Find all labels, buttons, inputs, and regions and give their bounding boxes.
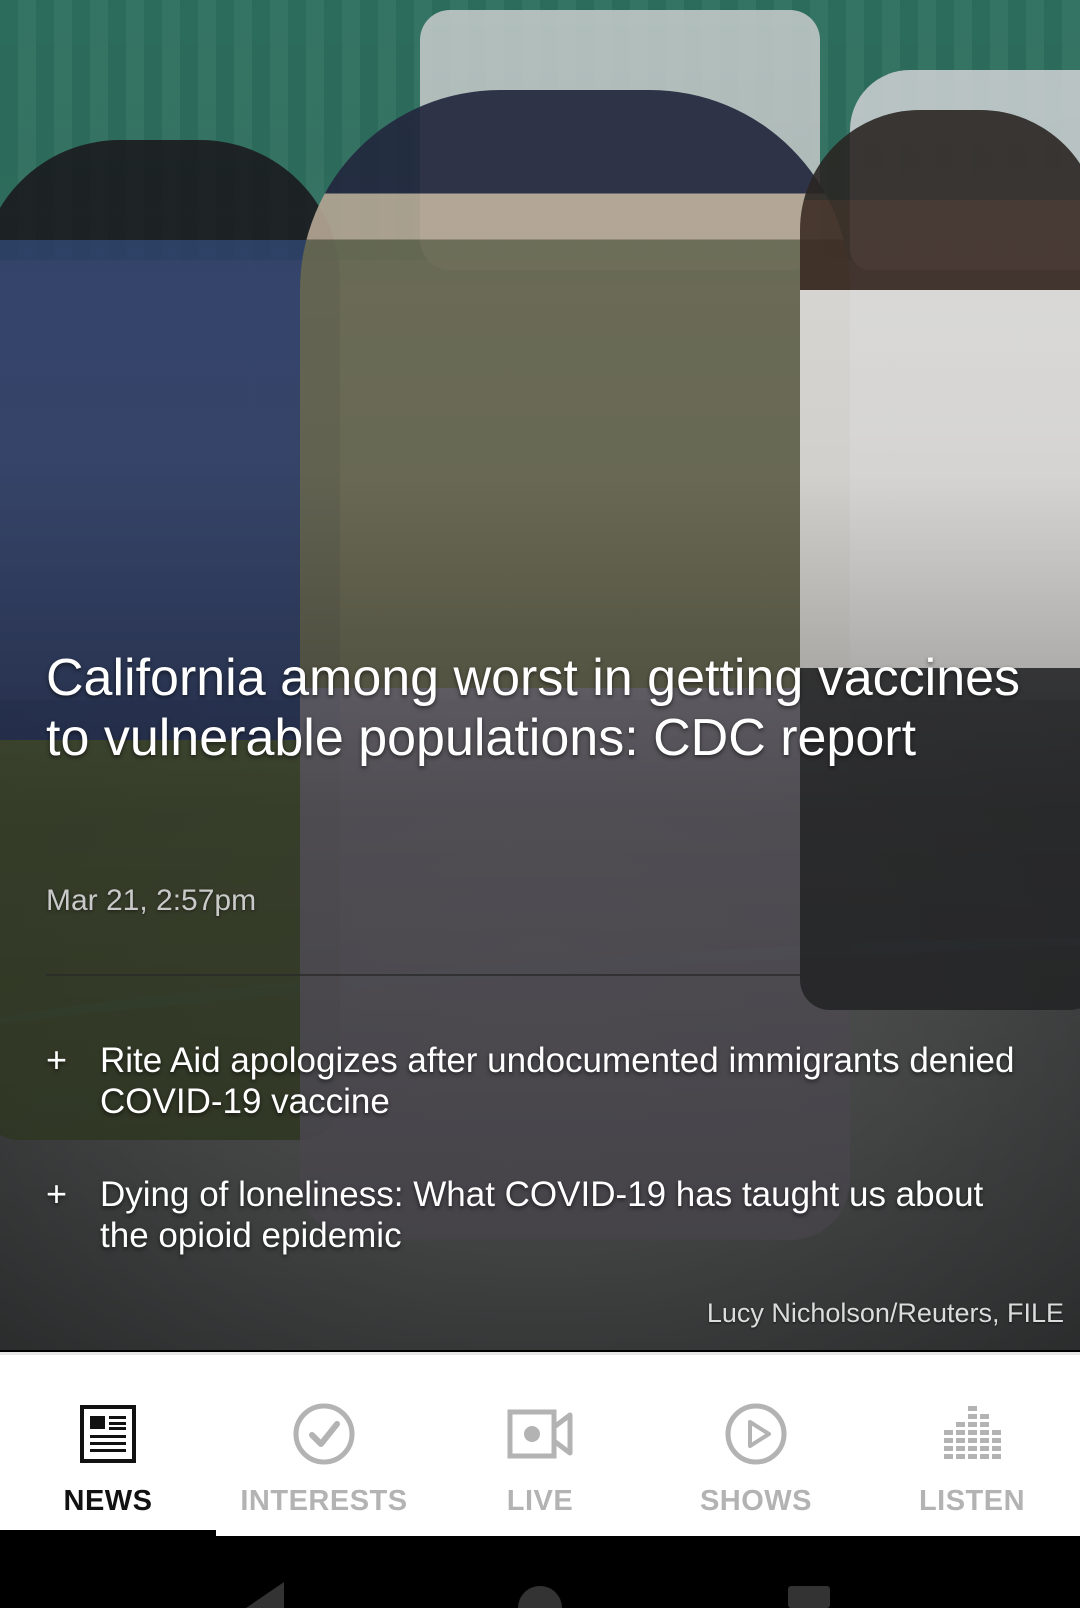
play-circle-icon <box>721 1399 791 1469</box>
bottom-tab-bar: NEWS INTERESTS LIVE SHOWS LISTEN <box>0 1352 1080 1536</box>
tab-label: NEWS <box>63 1485 153 1517</box>
article-headline[interactable]: California among worst in getting vaccin… <box>46 648 1036 768</box>
home-icon[interactable] <box>516 1582 564 1608</box>
tab-listen[interactable]: LISTEN <box>864 1355 1080 1536</box>
plus-icon: + <box>46 1039 68 1080</box>
back-icon[interactable] <box>240 1582 290 1608</box>
tab-label: INTERESTS <box>240 1485 408 1517</box>
related-story-title: Dying of loneliness: What COVID-19 has t… <box>100 1175 984 1255</box>
equalizer-icon <box>937 1399 1007 1469</box>
video-camera-icon <box>505 1399 575 1469</box>
related-story-title: Rite Aid apologizes after undocumented i… <box>100 1041 1015 1121</box>
system-navigation-bar <box>0 1536 1080 1608</box>
checkmark-circle-icon <box>289 1399 359 1469</box>
newspaper-icon <box>73 1399 143 1469</box>
related-story-2[interactable]: + Dying of loneliness: What COVID-19 has… <box>46 1174 1036 1256</box>
recents-icon[interactable] <box>786 1582 832 1608</box>
divider <box>46 974 1036 976</box>
plus-icon: + <box>46 1173 68 1214</box>
tab-live[interactable]: LIVE <box>432 1355 648 1536</box>
article-timestamp: Mar 21, 2:57pm <box>46 884 257 917</box>
tab-label: LIVE <box>506 1485 574 1517</box>
tab-label: SHOWS <box>699 1485 813 1517</box>
tab-interests[interactable]: INTERESTS <box>216 1355 432 1536</box>
related-story-1[interactable]: + Rite Aid apologizes after undocumented… <box>46 1040 1036 1122</box>
tab-news[interactable]: NEWS <box>0 1355 216 1536</box>
tab-label: LISTEN <box>918 1485 1026 1517</box>
tab-shows[interactable]: SHOWS <box>648 1355 864 1536</box>
photo-credit: Lucy Nicholson/Reuters, FILE <box>706 1298 1064 1328</box>
